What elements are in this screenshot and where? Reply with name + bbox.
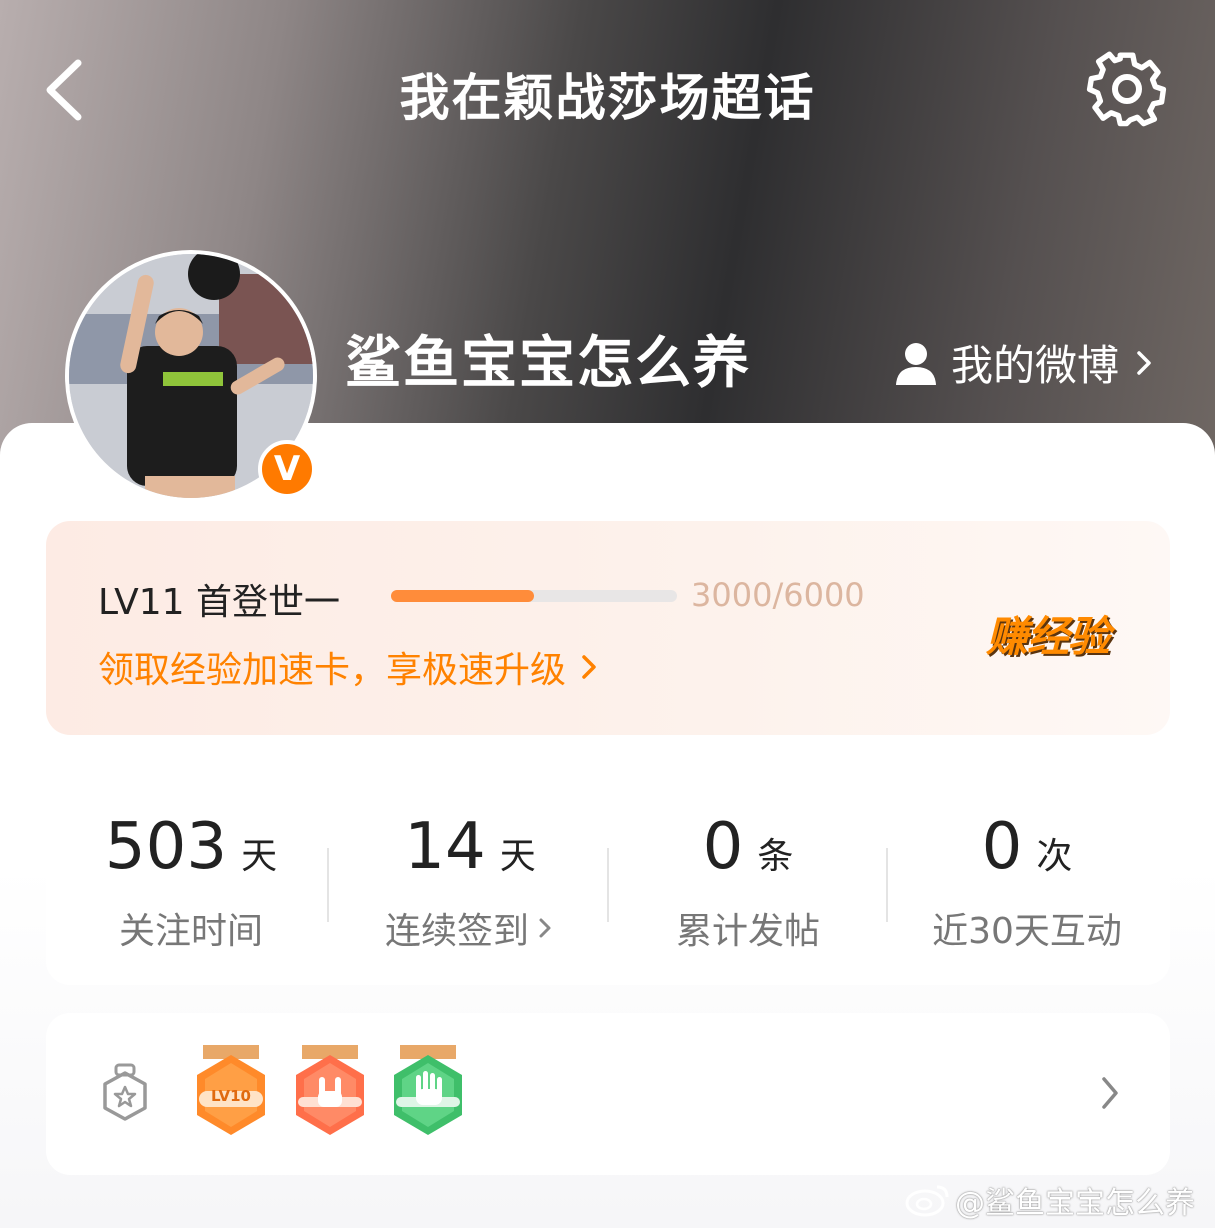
- stat-unit: 天: [241, 836, 278, 877]
- stat-value: 0: [702, 810, 744, 884]
- stat-unit: 条: [757, 836, 794, 877]
- badge-medal-icon: [103, 1063, 147, 1121]
- stat-label: 累计发帖: [675, 911, 820, 952]
- level-label: LV11 首登世一: [98, 582, 340, 623]
- speedup-card-link[interactable]: 领取经验加速卡，享极速升级: [98, 641, 602, 693]
- settings-button[interactable]: [1086, 48, 1168, 130]
- level-progress-fill: [391, 590, 534, 602]
- verified-badge: V: [258, 440, 316, 498]
- stat-follow-days: 503 天 关注时间: [51, 810, 331, 954]
- palm-badge[interactable]: [390, 1045, 466, 1141]
- chevron-right-icon: [582, 655, 596, 679]
- stat-label: 连续签到: [384, 911, 529, 952]
- stat-value: 503: [104, 810, 228, 884]
- stat-unit: 次: [1036, 836, 1073, 877]
- lv10-badge-text: LV10: [211, 1087, 251, 1105]
- page-title: 我在颖战莎场超话: [399, 69, 816, 127]
- stat-value: 0: [981, 810, 1023, 884]
- badge-panel[interactable]: LV10: [46, 1013, 1170, 1175]
- rock-hand-badge[interactable]: [292, 1045, 368, 1141]
- level-progress-text: 3000/6000: [691, 576, 865, 614]
- stat-label: 近30天互动: [932, 911, 1122, 952]
- stat-checkin-streak[interactable]: 14 天 连续签到: [330, 810, 610, 954]
- username: 鲨鱼宝宝怎么养: [345, 331, 751, 396]
- watermark: @鲨鱼宝宝怎么养: [905, 1178, 1195, 1222]
- stat-label: 关注时间: [118, 911, 263, 952]
- gear-icon: [1086, 51, 1167, 127]
- watermark-text: @鲨鱼宝宝怎么养: [955, 1186, 1195, 1221]
- level-card[interactable]: LV11 首登世一 3000/6000 领取经验加速卡，享极速升级 赚经验: [46, 521, 1170, 735]
- divider: [327, 848, 329, 922]
- lv10-badge[interactable]: LV10: [193, 1045, 269, 1141]
- stat-total-posts: 0条 累计发帖: [608, 810, 888, 954]
- my-weibo-label: 我的微博: [951, 341, 1120, 390]
- earn-exp-button[interactable]: 赚经验: [986, 603, 1110, 664]
- stat-interactions-30d: 0次 近30天互动: [887, 810, 1167, 954]
- chevron-right-icon: [1137, 350, 1151, 375]
- speedup-promo-text: 领取经验加速卡，享极速升级: [98, 650, 567, 691]
- my-weibo-link[interactable]: 我的微博: [895, 332, 1157, 393]
- user-icon: [896, 342, 936, 385]
- stat-unit: 天: [499, 836, 536, 877]
- stat-value: 14: [404, 810, 486, 884]
- weibo-logo-icon: [905, 1185, 949, 1217]
- level-progress-bar: [391, 590, 677, 602]
- chevron-right-icon: [1102, 1077, 1118, 1109]
- stats-panel: 503 天 关注时间 14 天 连续签到 0条 累计发帖 0次 近30天互动: [46, 760, 1170, 985]
- chevron-right-icon: [539, 918, 551, 938]
